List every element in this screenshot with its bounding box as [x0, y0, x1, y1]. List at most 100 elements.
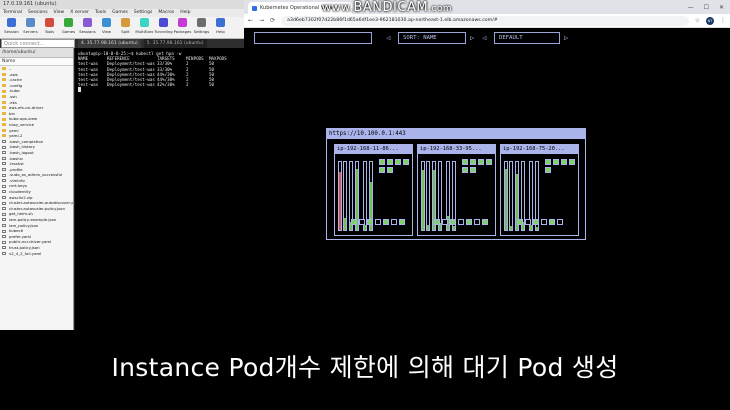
pod-tile[interactable]	[482, 219, 488, 225]
toolbar-label: MultiExec	[135, 29, 154, 34]
file-icon	[2, 229, 6, 233]
toolbar-view-button[interactable]: View	[98, 18, 115, 37]
pod-running[interactable]	[403, 159, 409, 165]
file-icon	[2, 156, 6, 160]
pod-running[interactable]	[470, 159, 476, 165]
maximize-icon[interactable]: ☐	[704, 4, 709, 11]
file-icon	[2, 207, 6, 211]
menu-item-tools[interactable]: Tools	[95, 9, 106, 17]
toolbar-servers-button[interactable]: Servers	[22, 18, 39, 37]
pod-tile[interactable]	[383, 219, 389, 225]
back-arrow-icon[interactable]: ←	[248, 17, 253, 24]
pod-tile[interactable]	[541, 219, 547, 225]
pod-tile[interactable]	[367, 219, 373, 225]
file-row[interactable]: v2_4_2_full.yaml	[0, 251, 73, 257]
toolbar-help-button[interactable]: Help	[212, 18, 229, 37]
node-box[interactable]: ip-192-168-11-86...	[334, 144, 413, 236]
star-icon[interactable]: ☆	[695, 17, 700, 24]
sftp-name-column-header[interactable]: Name	[0, 58, 73, 66]
pod-tile[interactable]	[375, 219, 381, 225]
menu-item-view[interactable]: View	[54, 9, 65, 17]
sort-prev-icon[interactable]: ◁	[386, 32, 390, 44]
pod-tile[interactable]	[557, 219, 563, 225]
menu-item-games[interactable]: Games	[112, 9, 128, 17]
pod-tile[interactable]	[434, 219, 440, 225]
menu-item-x-server[interactable]: X server	[70, 9, 89, 17]
pod-running[interactable]	[478, 159, 484, 165]
toolbar-games-button[interactable]: Games	[60, 18, 77, 37]
minimize-icon[interactable]: —	[688, 4, 694, 11]
profile-avatar[interactable]: NT	[706, 16, 714, 25]
theme-selector[interactable]: DEFAULT	[494, 32, 560, 44]
node-box[interactable]: ip-192-168-75-20...	[500, 144, 579, 236]
file-icon	[2, 223, 6, 227]
resource-fill	[453, 225, 455, 230]
kube-ops-view: ◁ SORT: NAME ▷ ◁ DEFAULT ▷ https://10.10…	[244, 28, 730, 330]
pod-running[interactable]	[553, 159, 559, 165]
pod-running[interactable]	[462, 167, 468, 173]
kube-view-controls: ◁ SORT: NAME ▷ ◁ DEFAULT ▷	[254, 32, 720, 46]
file-icon	[2, 195, 6, 199]
pod-running[interactable]	[462, 159, 468, 165]
pod-tile[interactable]	[450, 219, 456, 225]
toolbar-tunneling-button[interactable]: Tunneling	[154, 18, 173, 37]
toolbar-session-button[interactable]: Session	[3, 18, 20, 37]
pod-tile[interactable]	[533, 219, 539, 225]
pod-tile[interactable]	[359, 219, 365, 225]
menu-item-help[interactable]: Help	[180, 9, 190, 17]
sort-next-icon[interactable]: ▷	[470, 32, 474, 44]
pod-running[interactable]	[379, 167, 385, 173]
chrome-menu-icon[interactable]: ⋮	[720, 17, 726, 24]
node-box[interactable]: ip-192-168-33-95...	[417, 144, 496, 236]
pod-tile[interactable]	[442, 219, 448, 225]
pod-running[interactable]	[387, 167, 393, 173]
pod-running[interactable]	[395, 159, 401, 165]
pod-tile[interactable]	[399, 219, 405, 225]
filter-input[interactable]	[254, 32, 372, 44]
pod-tile[interactable]	[466, 219, 472, 225]
pod-running[interactable]	[486, 159, 492, 165]
toolbar-tools-button[interactable]: Tools	[41, 18, 58, 37]
pod-tile[interactable]	[458, 219, 464, 225]
folder-icon	[2, 112, 6, 116]
pod-running[interactable]	[569, 159, 575, 165]
sort-selector[interactable]: SORT: NAME	[398, 32, 466, 44]
quick-connect-input[interactable]: Quick connect...	[1, 39, 75, 48]
pod-running[interactable]	[470, 167, 476, 173]
view-icon	[102, 18, 111, 27]
reload-icon[interactable]: ⟳	[270, 17, 275, 24]
toolbar-sessions-button[interactable]: Sessions	[79, 18, 96, 37]
pod-tile[interactable]	[517, 219, 523, 225]
address-bar[interactable]: a3d6eb7302f07d22b86f1d65a6df1ee3-9621810…	[281, 15, 689, 26]
theme-prev-icon[interactable]: ◁	[482, 32, 486, 44]
terminal-tab-4[interactable]: 4. 35.77.98.161 (ubuntu)	[78, 39, 141, 48]
cluster-box[interactable]: https://10.100.0.1:443 ip-192-168-11-86.…	[326, 128, 586, 240]
menu-item-macros[interactable]: Macros	[158, 9, 174, 17]
resource-fill	[364, 224, 366, 230]
pod-tile[interactable]	[391, 219, 397, 225]
menu-item-sessions[interactable]: Sessions	[28, 9, 48, 17]
close-window-icon[interactable]: ✕	[719, 4, 724, 11]
pod-running[interactable]	[379, 159, 385, 165]
toolbar-split-button[interactable]: Split	[117, 18, 134, 37]
theme-next-icon[interactable]: ▷	[564, 32, 568, 44]
pod-running[interactable]	[561, 159, 567, 165]
sftp-path-input[interactable]: /home/ubuntu/	[0, 48, 73, 58]
menu-item-settings[interactable]: Settings	[134, 9, 152, 17]
kubernetes-favicon-icon	[252, 5, 257, 11]
pod-running[interactable]	[545, 167, 551, 173]
menu-item-terminal[interactable]: Terminal	[3, 9, 22, 17]
forward-arrow-icon[interactable]: →	[259, 17, 264, 24]
terminal-pane[interactable]: ubuntu@ip-10-0-0-25:~$ kubectl get hpa -…	[75, 48, 244, 330]
pod-running[interactable]	[387, 159, 393, 165]
toolbar-label: Session	[4, 29, 19, 34]
toolbar-multiexec-button[interactable]: MultiExec	[135, 18, 154, 37]
pod-tile[interactable]	[351, 219, 357, 225]
toolbar-settings-button[interactable]: Settings	[193, 18, 210, 37]
terminal-tab-5[interactable]: 5. 35.77.98.161 (ubuntu)	[143, 39, 207, 48]
pod-tile[interactable]	[549, 219, 555, 225]
pod-tile[interactable]	[474, 219, 480, 225]
pod-running[interactable]	[545, 159, 551, 165]
pod-tile[interactable]	[525, 219, 531, 225]
toolbar-packages-button[interactable]: Packages	[174, 18, 191, 37]
